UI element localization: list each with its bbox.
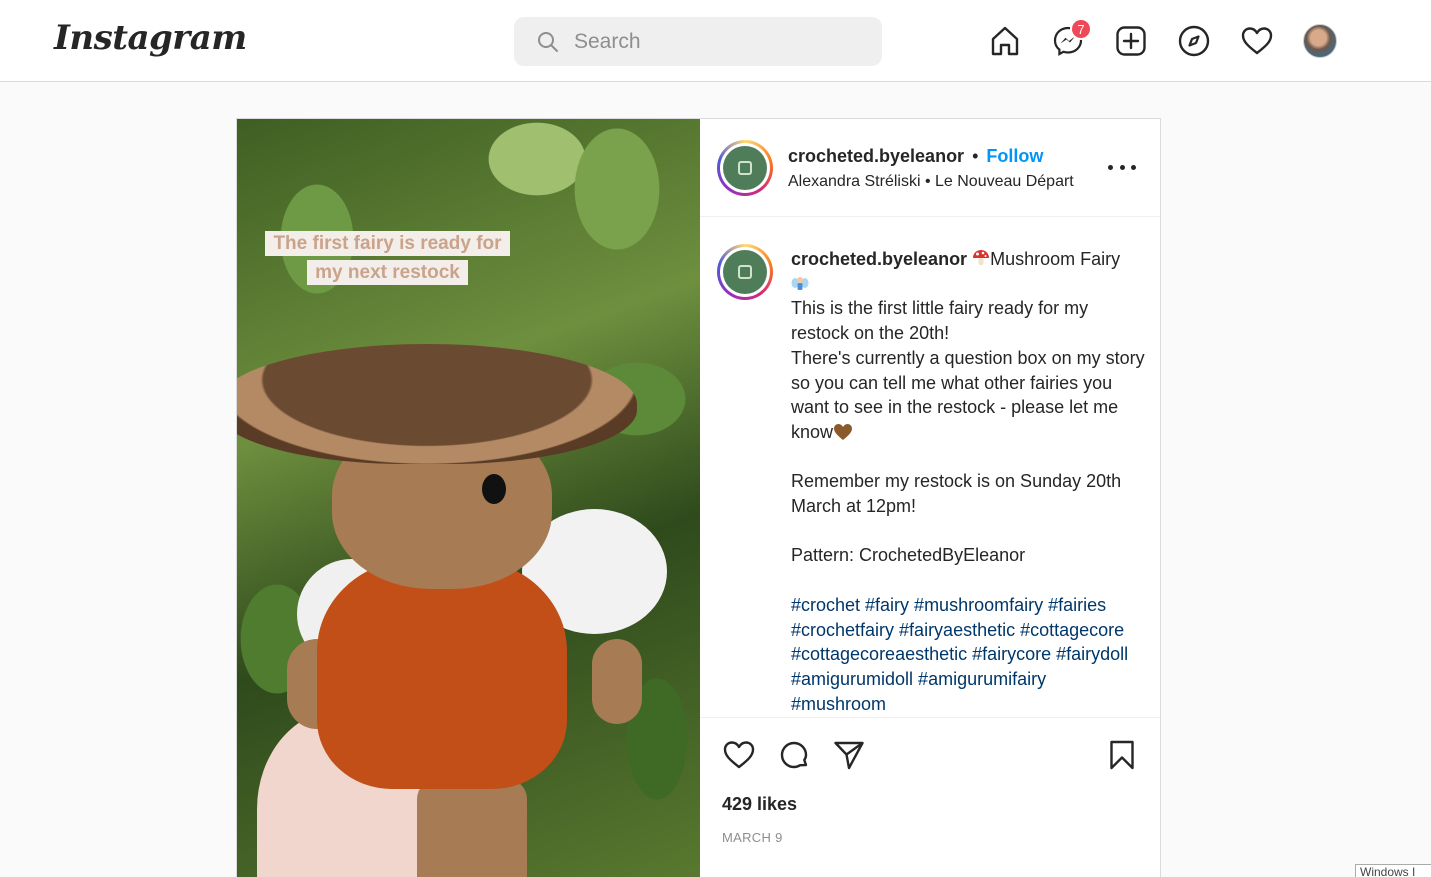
search-bar[interactable]: Search xyxy=(514,17,882,66)
like-count[interactable]: 429 likes xyxy=(722,794,797,815)
follow-button[interactable]: Follow xyxy=(986,146,1043,167)
windows-taskbar-fragment: Windows I xyxy=(1355,864,1431,877)
brown-heart-emoji-icon xyxy=(834,423,853,440)
heart-icon xyxy=(1241,27,1273,55)
activity-button[interactable] xyxy=(1240,22,1274,60)
fairy-emoji-icon xyxy=(791,276,809,290)
nav-icons: 7 xyxy=(988,18,1337,60)
profile-button[interactable] xyxy=(1303,22,1337,60)
search-input[interactable]: Search xyxy=(574,30,641,54)
post-caption: crocheted.byeleanor Mushroom Fairy This … xyxy=(791,247,1146,716)
share-button[interactable] xyxy=(832,738,866,772)
author-row: crocheted.byeleanor • Follow xyxy=(788,146,1043,167)
like-button[interactable] xyxy=(722,738,756,772)
explore-icon xyxy=(1178,25,1210,57)
doll-body xyxy=(317,559,567,789)
author-avatar[interactable] xyxy=(717,140,773,196)
doll-eye xyxy=(482,474,506,504)
audio-attribution[interactable]: Alexandra Stréliski • Le Nouveau Départ xyxy=(788,173,1074,191)
share-icon xyxy=(834,741,864,770)
author-username[interactable]: crocheted.byeleanor xyxy=(788,146,964,167)
caption-title: Mushroom Fairy xyxy=(990,249,1121,269)
comment-icon xyxy=(780,741,808,769)
post-actions: 429 likes MARCH 9 xyxy=(700,717,1160,877)
more-options-button[interactable] xyxy=(1108,155,1136,179)
top-navbar: Instagram Search 7 xyxy=(0,0,1431,82)
doll-legs xyxy=(417,779,527,877)
caption-avatar[interactable] xyxy=(717,244,773,300)
media-caption-text: The first fairy is ready for my next res… xyxy=(265,231,510,285)
new-post-icon xyxy=(1116,26,1146,56)
avatar xyxy=(1303,24,1337,58)
post-header: crocheted.byeleanor • Follow Alexandra S… xyxy=(700,119,1160,217)
caption-pattern: Pattern: CrochetedByEleanor xyxy=(791,545,1026,566)
doll-arm-right xyxy=(592,639,642,724)
instagram-logo[interactable]: Instagram xyxy=(54,18,247,58)
doll-hat xyxy=(237,344,637,464)
caption-body: This is the first little fairy ready for… xyxy=(791,298,1145,442)
caption-username[interactable]: crocheted.byeleanor xyxy=(791,249,967,269)
post-card: The first fairy is ready for my next res… xyxy=(236,118,1161,877)
comments-area[interactable]: crocheted.byeleanor Mushroom Fairy This … xyxy=(700,217,1160,717)
post-media[interactable]: The first fairy is ready for my next res… xyxy=(237,119,700,877)
messenger-button[interactable]: 7 xyxy=(1051,18,1092,60)
heart-icon xyxy=(723,741,755,769)
explore-button[interactable] xyxy=(1177,22,1211,60)
comment-button[interactable] xyxy=(777,738,811,772)
separator-dot: • xyxy=(972,146,979,166)
caption-restock: Remember my restock is on Sunday 20th Ma… xyxy=(791,471,1127,517)
new-post-button[interactable] xyxy=(1114,22,1148,60)
home-icon xyxy=(991,26,1019,56)
more-icon xyxy=(1108,164,1113,170)
notification-badge: 7 xyxy=(1070,18,1092,40)
search-icon xyxy=(538,31,558,52)
bookmark-icon xyxy=(1110,740,1134,770)
home-button[interactable] xyxy=(988,22,1022,60)
save-button[interactable] xyxy=(1105,738,1139,772)
mushroom-emoji-icon xyxy=(973,250,990,265)
post-sidebar: crocheted.byeleanor • Follow Alexandra S… xyxy=(700,119,1160,877)
media-text-overlay: The first fairy is ready for my next res… xyxy=(255,229,520,287)
post-date[interactable]: MARCH 9 xyxy=(722,830,783,845)
caption-hashtags[interactable]: #crochet #fairy #mushroomfairy #fairies … xyxy=(791,595,1133,714)
